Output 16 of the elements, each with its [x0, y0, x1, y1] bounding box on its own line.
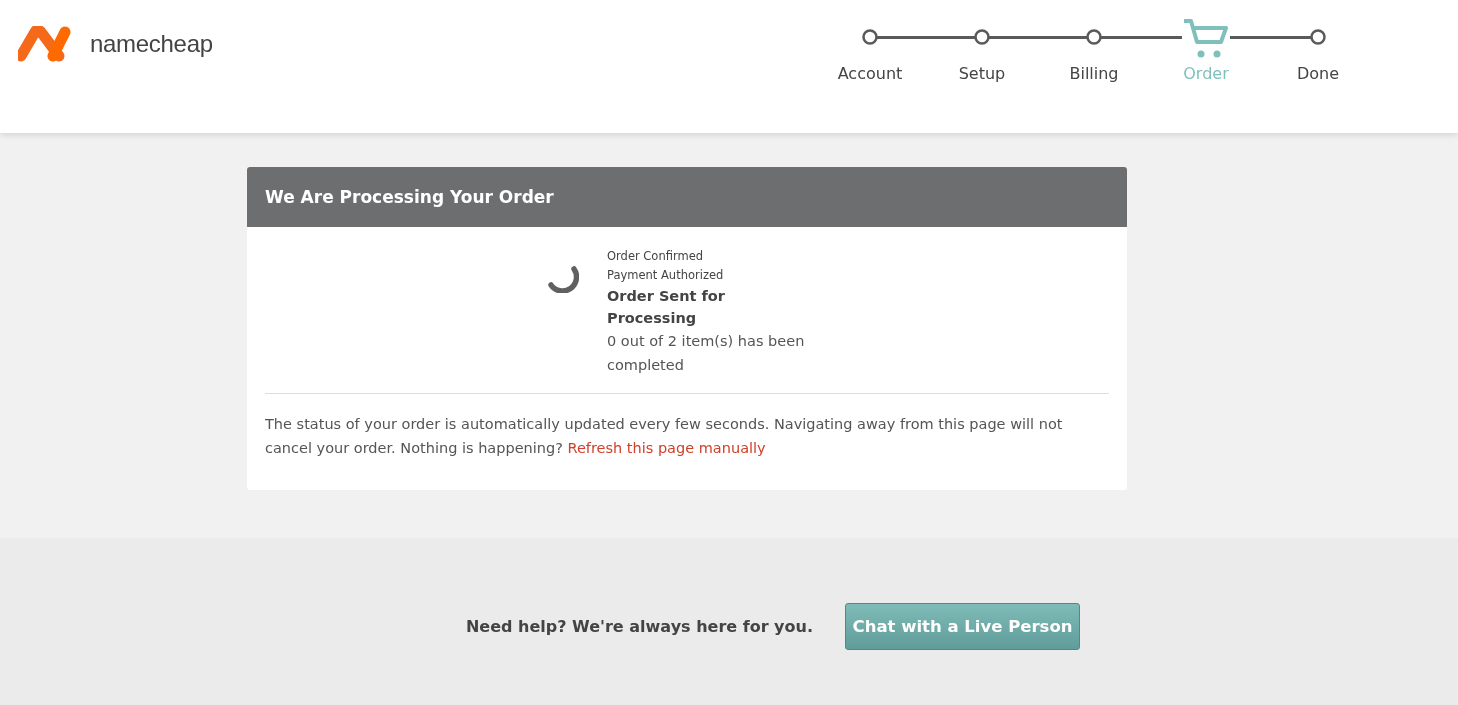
step-label: Done — [1296, 64, 1340, 83]
status-line: Order Confirmed — [607, 248, 705, 265]
progress-text: 0 out of 2 item(s) has been completed — [607, 332, 806, 375]
card-title: We Are Processing Your Order — [247, 167, 1127, 227]
chat-button[interactable]: Chat with a Live Person — [845, 603, 1080, 650]
step-label: Order — [1183, 64, 1229, 83]
logo-text: namecheap — [90, 30, 213, 58]
spinner-icon — [547, 265, 579, 293]
status-note: The status of your order is automatically updated every few seconds. Navigating away from this page will not cancel your order. Nothing is happening? Refresh this page manually — [265, 415, 1064, 458]
status-line: Order Sent for Processing — [607, 287, 726, 328]
refresh-link[interactable]: Refresh this page manually — [567, 440, 766, 456]
status-line: Payment Authorized — [607, 267, 725, 284]
step-label: Billing — [1069, 64, 1119, 83]
help-text: Need help? We're always here for you. — [465, 617, 813, 636]
step-label: Setup — [958, 64, 1006, 83]
step-label: Account — [837, 64, 903, 83]
